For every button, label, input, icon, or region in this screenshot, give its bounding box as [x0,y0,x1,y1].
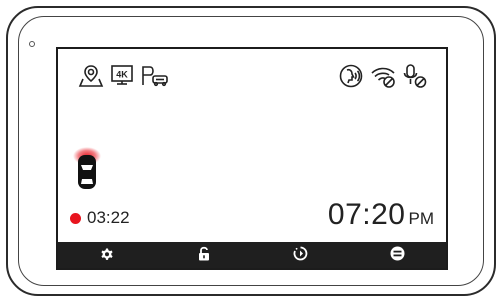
recording-dot-icon [70,212,81,224]
microphone-off-icon [402,63,428,89]
unlock-button[interactable] [192,244,216,266]
timelapse-icon [293,246,308,265]
gps-icon [78,63,104,89]
4k-resolution-icon: 4K [110,63,134,89]
settings-icon [100,246,114,265]
recording-indicator: 03:22 [70,208,130,228]
status-led [29,41,35,47]
timelapse-button[interactable] [289,244,313,266]
status-icons-right [338,61,428,91]
menu-icon [390,246,405,265]
bottom-toolbar [58,242,446,268]
settings-button[interactable] [95,244,119,266]
clock-ampm: PM [408,209,435,228]
parking-mode-icon [140,63,170,89]
dashcam-screen: 4K 03:22 07:20 PM [56,47,448,270]
status-icons-left: 4K [78,61,170,91]
unlock-icon [198,246,210,265]
voice-control-icon [338,63,364,89]
clock: 07:20 PM [328,198,434,232]
menu-button[interactable] [386,244,410,266]
recording-elapsed-time: 03:22 [87,208,130,227]
wifi-off-icon [370,63,396,89]
clock-time: 07:20 [327,198,406,231]
resolution-badge-text: 4K [116,70,128,80]
collision-sensor-car-icon [72,146,102,196]
